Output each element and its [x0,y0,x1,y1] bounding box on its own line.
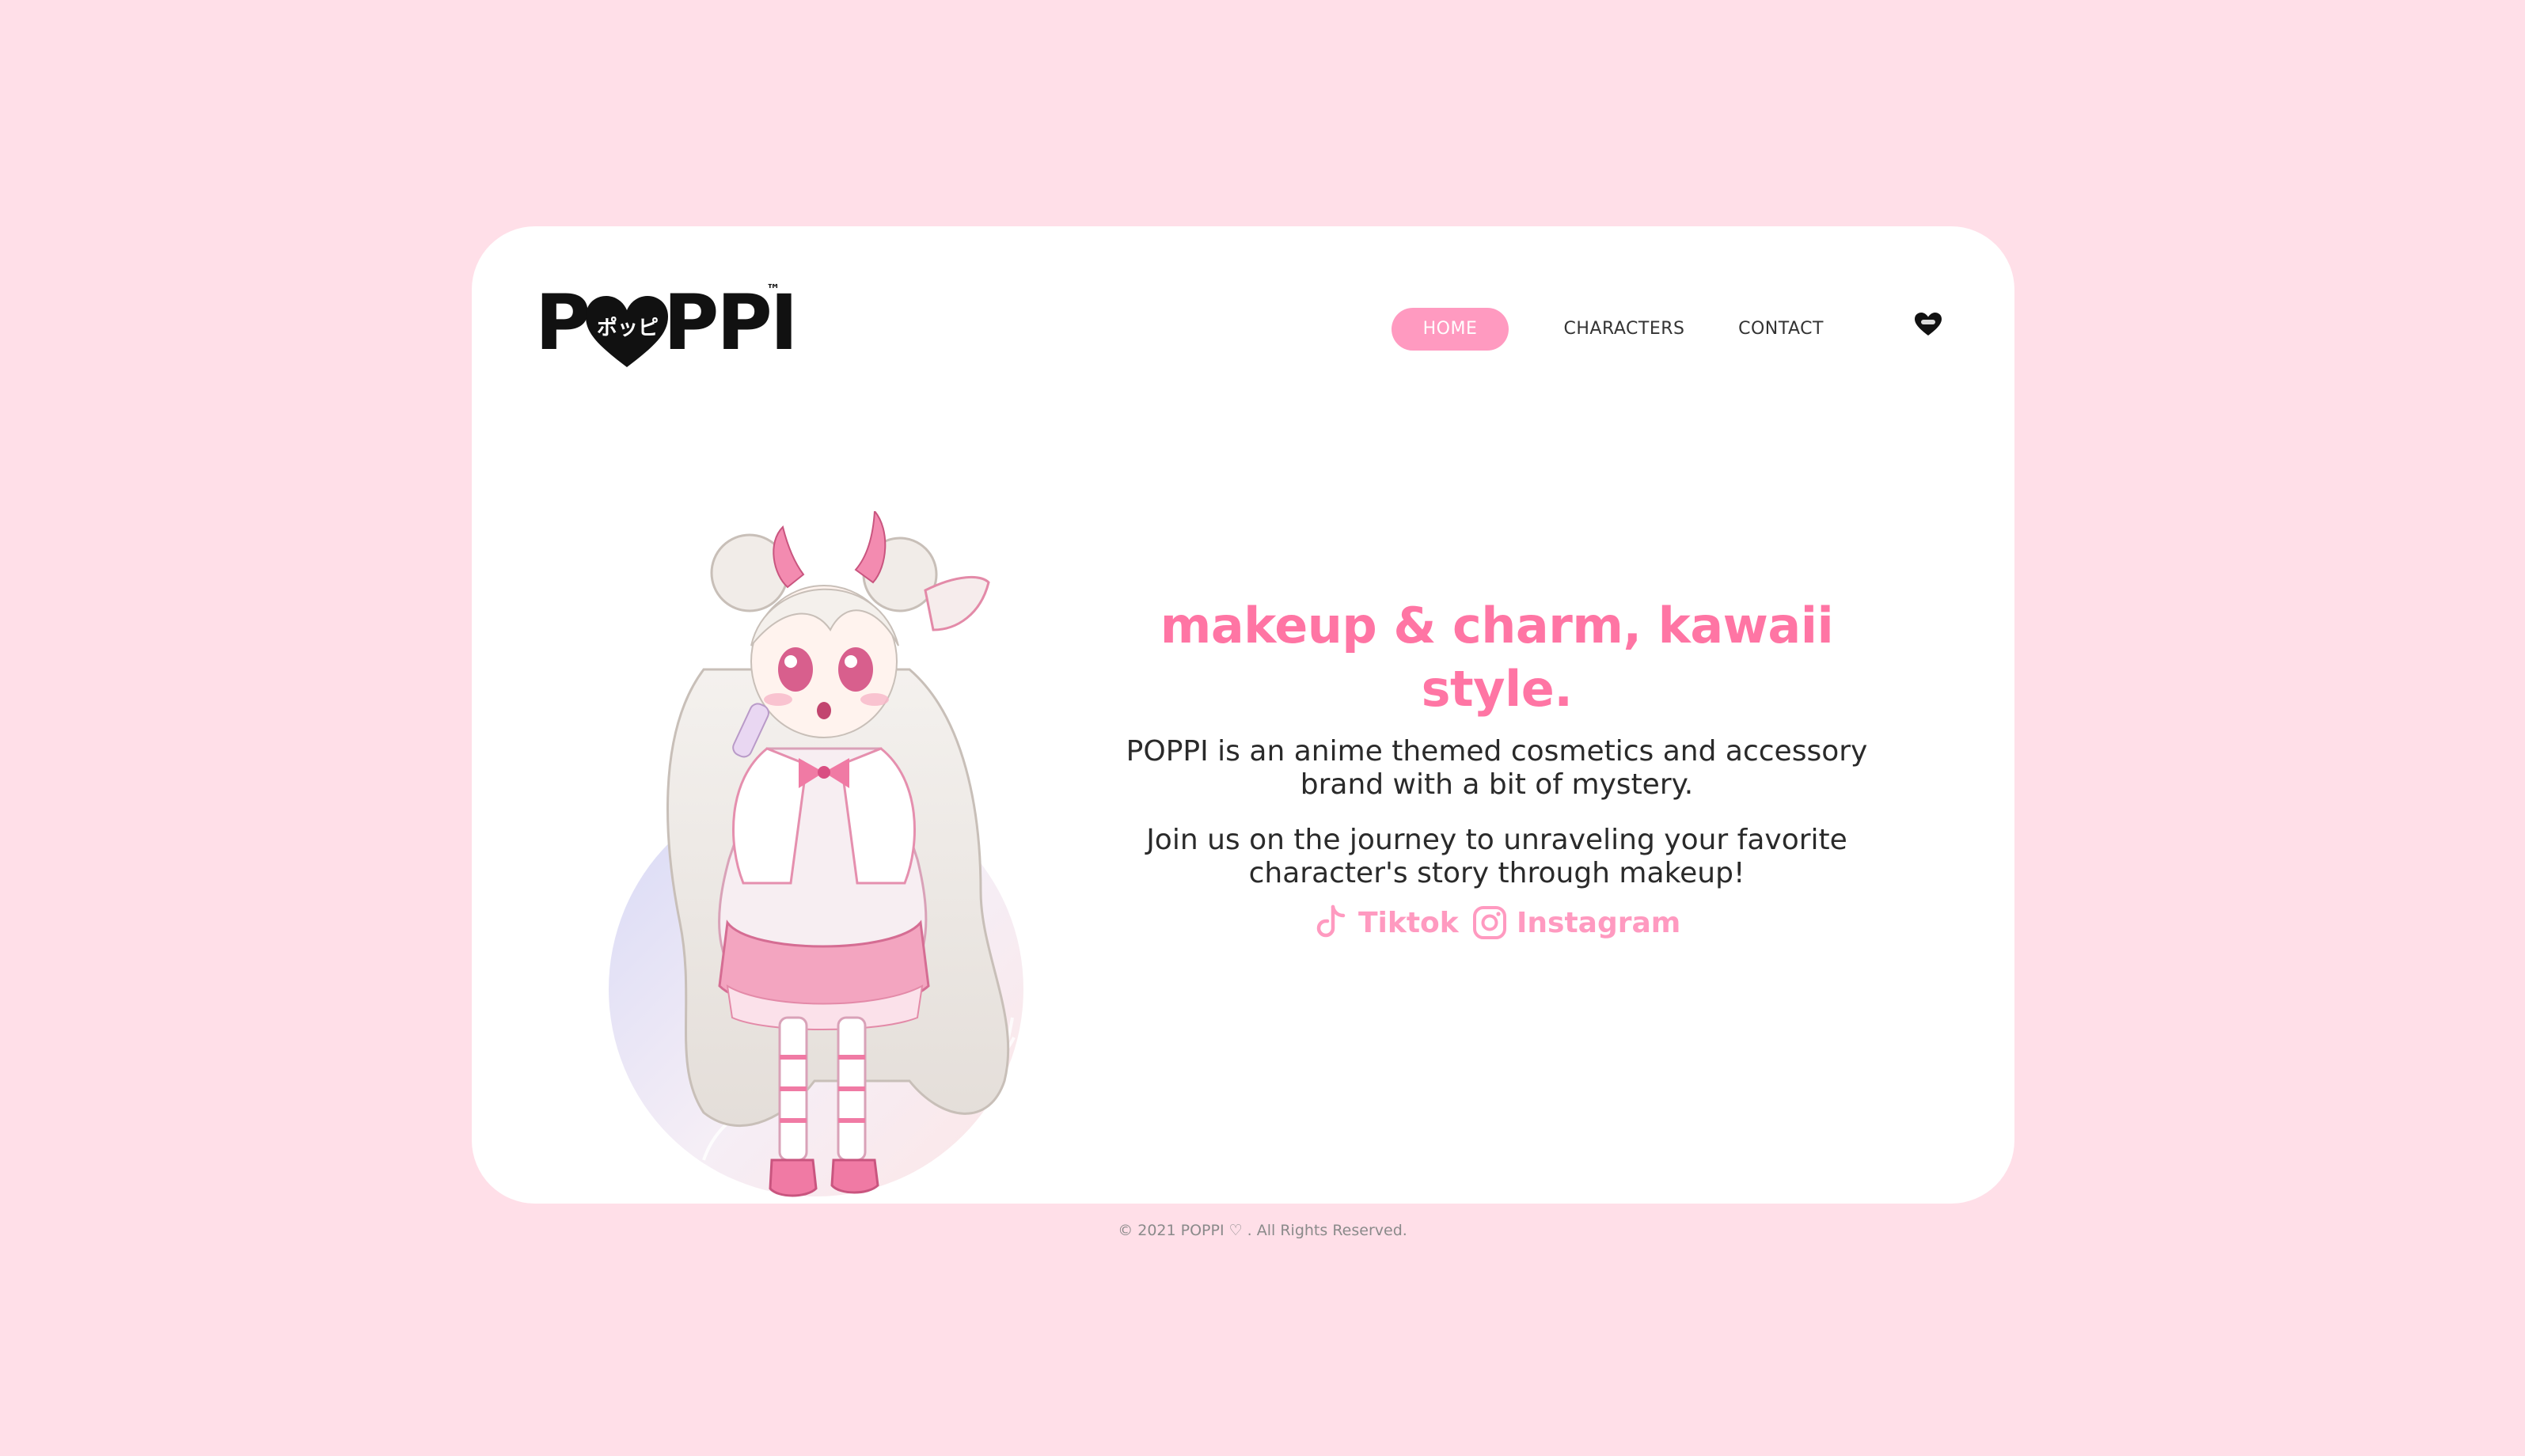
poppi-logo[interactable]: P ポッピ PPI ™ [535,279,798,367]
tiktok-icon [1312,904,1350,942]
hero-invitation: Join us on the journey to unraveling you… [1146,824,1847,889]
social-links: Tiktok Instagram [1312,899,1708,946]
trademark-symbol: ™ [766,282,780,298]
hero-title: makeup & charm, kawaii style. [1160,597,1834,718]
logo-kana: ポッピ [596,317,659,340]
instagram-link[interactable]: Instagram [1471,899,1680,946]
nav-characters[interactable]: CHARACTERS [1561,308,1688,351]
instagram-label: Instagram [1517,906,1681,939]
main-card: P ポッピ PPI ™ HOME CHARACTERS CONTACT make… [472,226,2014,1204]
nav-contact[interactable]: CONTACT [1730,308,1832,351]
hero-section: makeup & charm, kawaii style. POPPI is a… [1097,594,1897,890]
tiktok-link[interactable]: Tiktok [1312,899,1459,946]
poppi-heart-icon[interactable] [1914,312,1942,337]
footer-copyright: © 2021 POPPI ♡ . All Rights Reserved. [1118,1222,1407,1239]
tiktok-label: Tiktok [1358,906,1459,939]
nav-home[interactable]: HOME [1392,308,1509,351]
character-illustration [609,509,1036,1263]
hero-description: POPPI is an anime themed cosmetics and a… [1126,735,1868,801]
instagram-icon [1471,904,1509,942]
logo-wordmark-left: P [535,279,590,367]
